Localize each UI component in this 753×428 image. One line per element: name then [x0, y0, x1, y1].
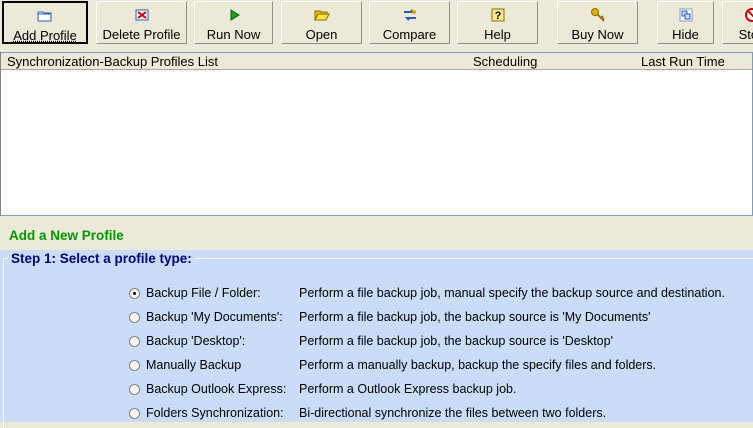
hide-button[interactable]: Hide [657, 1, 714, 44]
radio-button[interactable] [129, 408, 140, 419]
toolbar: Add Profile Delete Profile Run Now Open … [0, 0, 753, 46]
open-button[interactable]: Open [281, 1, 362, 44]
option-label: Backup 'Desktop': [146, 334, 246, 348]
radio-button[interactable] [129, 336, 140, 347]
delete-profile-icon [135, 9, 148, 21]
option-manually-backup[interactable]: Manually Backup Perform a manually backu… [129, 357, 749, 377]
stop-icon [745, 8, 753, 22]
radio-button[interactable] [129, 288, 140, 299]
option-description: Perform a file backup job, the backup so… [299, 310, 651, 324]
buy-now-button[interactable]: Buy Now [557, 1, 638, 44]
folder-icon [37, 11, 52, 22]
radio-button[interactable] [129, 384, 140, 395]
column-header-last-run-time[interactable]: Last Run Time [641, 54, 725, 69]
add-profile-label: Add Profile [13, 28, 77, 43]
option-label: Backup Outlook Express: [146, 382, 287, 396]
stop-button[interactable]: Stop [722, 1, 753, 44]
hide-icon [679, 8, 692, 22]
option-label: Manually Backup [146, 358, 242, 372]
option-label: Backup 'My Documents': [146, 310, 283, 324]
open-folder-icon [313, 10, 330, 21]
option-description: Perform a Outlook Express backup job. [299, 382, 517, 396]
option-backup-outlook-express[interactable]: Backup Outlook Express: Perform a Outloo… [129, 381, 749, 401]
add-new-profile-heading: Add a New Profile [9, 228, 124, 243]
option-backup-my-documents[interactable]: Backup 'My Documents': Perform a file ba… [129, 309, 749, 329]
stop-label: Stop [738, 27, 753, 42]
buy-now-label: Buy Now [571, 27, 624, 42]
compare-label: Compare [382, 27, 437, 42]
compare-icon [403, 9, 416, 21]
run-now-button[interactable]: Run Now [194, 1, 273, 44]
help-button[interactable]: ? Help [457, 1, 538, 44]
option-backup-desktop[interactable]: Backup 'Desktop': Perform a file backup … [129, 333, 749, 353]
profiles-list[interactable]: Synchronization-Backup Profiles List Sch… [0, 52, 753, 216]
option-backup-file-folder[interactable]: Backup File / Folder: Perform a file bac… [129, 285, 749, 305]
svg-text:?: ? [494, 10, 501, 22]
option-label: Folders Synchronization: [146, 406, 284, 420]
column-header-profiles[interactable]: Synchronization-Backup Profiles List [7, 54, 218, 69]
option-description: Bi-directional synchronize the files bet… [299, 406, 607, 420]
radio-button[interactable] [129, 312, 140, 323]
radio-button[interactable] [129, 360, 140, 371]
column-header-scheduling[interactable]: Scheduling [473, 54, 537, 69]
add-profile-button[interactable]: Add Profile [2, 1, 88, 44]
open-label: Open [305, 27, 338, 42]
delete-profile-label: Delete Profile [102, 27, 181, 42]
profiles-list-header: Synchronization-Backup Profiles List Sch… [1, 53, 752, 70]
help-label: Help [484, 27, 511, 42]
option-description: Perform a manually backup, backup the sp… [299, 358, 657, 372]
run-now-label: Run Now [206, 27, 261, 42]
option-folders-synchronization[interactable]: Folders Synchronization: Bi-directional … [129, 405, 749, 425]
option-description: Perform a file backup job, manual specif… [299, 286, 725, 300]
compare-button[interactable]: Compare [369, 1, 450, 44]
hide-label: Hide [672, 27, 699, 42]
help-icon: ? [491, 8, 504, 22]
option-label: Backup File / Folder: [146, 286, 261, 300]
delete-profile-button[interactable]: Delete Profile [96, 1, 187, 44]
step-title: Step 1: Select a profile type: [8, 251, 195, 266]
play-icon [230, 9, 240, 21]
option-description: Perform a file backup job, the backup so… [299, 334, 613, 348]
key-icon [590, 8, 605, 22]
